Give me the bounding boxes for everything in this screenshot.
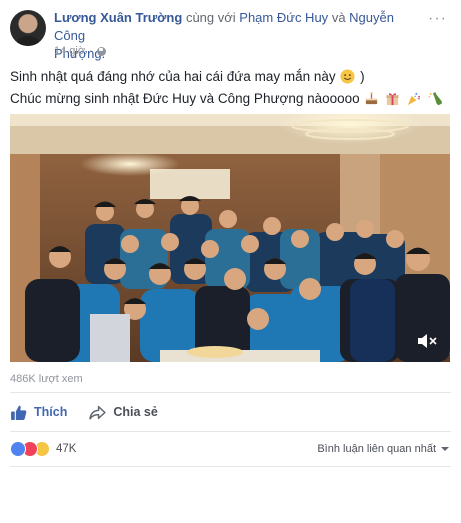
like-label: Thích <box>34 405 68 419</box>
with-text: cùng với <box>185 10 236 25</box>
thumbs-up-icon <box>11 405 27 420</box>
share-label: Chia sẻ <box>113 405 158 419</box>
meta-dot: · <box>89 45 93 57</box>
post-timestamp[interactable]: 14 giờ <box>54 45 85 57</box>
comment-sort-label: Bình luận liên quan nhất <box>317 443 436 455</box>
like-reaction-icon <box>10 441 26 457</box>
author-name-link[interactable]: Lương Xuân Trường <box>54 10 182 25</box>
post-options-button[interactable]: ··· <box>428 10 447 28</box>
share-button[interactable]: Chia sẻ <box>89 404 158 421</box>
like-button[interactable]: Thích <box>10 404 67 421</box>
and-text: và <box>331 10 346 25</box>
caption-line-1: Sinh nhật quá đáng nhớ của hai cái đứa m… <box>10 66 450 88</box>
post-header: Lương Xuân Trường cùng với Phạm Đức Huy … <box>54 9 414 63</box>
globe-icon <box>96 46 106 56</box>
caption-text-1: Sinh nhật quá đáng nhớ của hai cái đứa m… <box>10 69 336 84</box>
post-caption: Sinh nhật quá đáng nhớ của hai cái đứa m… <box>10 66 450 110</box>
party-popper-emoji-icon <box>407 92 421 106</box>
comment-sort-dropdown[interactable]: Bình luận liên quan nhất <box>317 443 449 455</box>
share-arrow-icon <box>89 405 107 420</box>
reactions-summary[interactable]: 47K <box>10 441 76 457</box>
post-actions: Thích Chia sẻ <box>10 402 180 422</box>
cake-emoji-icon <box>366 92 378 105</box>
author-avatar[interactable] <box>10 10 46 46</box>
caption-text-1-end: ) <box>360 69 365 84</box>
divider <box>10 392 451 393</box>
gift-emoji-icon <box>386 93 399 106</box>
champagne-emoji-icon <box>428 92 442 106</box>
chevron-down-icon <box>441 447 449 451</box>
caption-text-2: Chúc mừng sinh nhật Đức Huy và Công Phượ… <box>10 91 360 106</box>
post-video[interactable] <box>10 114 450 362</box>
divider <box>10 431 451 432</box>
reaction-count: 47K <box>56 443 77 455</box>
post-meta: 14 giờ · <box>54 45 106 57</box>
smile-emoji-icon <box>340 69 355 84</box>
video-frame-image <box>10 114 450 362</box>
divider <box>10 466 451 467</box>
tagged-user-link-1[interactable]: Phạm Đức Huy <box>239 10 328 25</box>
caption-line-2: Chúc mừng sinh nhật Đức Huy và Công Phượ… <box>10 88 450 110</box>
facebook-post: Lương Xuân Trường cùng với Phạm Đức Huy … <box>0 0 461 523</box>
view-count: 486K lượt xem <box>10 373 83 385</box>
